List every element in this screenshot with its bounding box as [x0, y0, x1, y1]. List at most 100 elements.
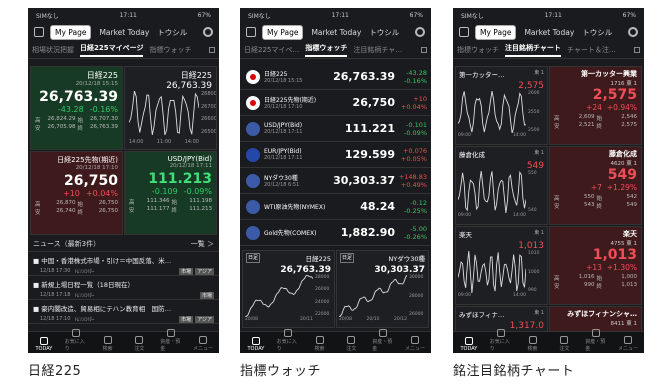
nav-item[interactable]: 検索	[522, 336, 544, 352]
tab-toshiru[interactable]: トウシル	[157, 27, 187, 38]
sub-tab[interactable]: 相場状況把握	[32, 45, 74, 55]
sub-tab[interactable]: 指標ウォッチ	[305, 43, 348, 57]
sub-tab[interactable]: 日経225マイページ	[80, 43, 144, 57]
stock-change: +13	[586, 263, 602, 272]
nav-item[interactable]: お気に入り	[277, 329, 299, 352]
tab-toshiru[interactable]: トウシル	[369, 27, 399, 38]
history-icon[interactable]	[34, 27, 44, 37]
gear-icon[interactable]	[628, 27, 638, 37]
gear-icon[interactable]	[415, 27, 425, 37]
period-selector[interactable]: 日足	[340, 253, 355, 263]
watch-row[interactable]: EUR/JPY(Bid) 20/12/18 17:11 129.599 +0.076 +…	[240, 142, 431, 168]
nikkei225-chart-card[interactable]: 日経225 26,763.39 26800 26700 26600 26500 14:00 1…	[124, 66, 217, 150]
nav-item[interactable]: メニュー	[404, 336, 426, 352]
news-item[interactable]: ■ 豪内閣改造、貿易相にテハン教育相 国防… 12/18 17:10 ﾄﾑｿﾝﾛｲﾀ…	[28, 301, 219, 324]
stock-name: 藤倉化成	[459, 151, 485, 159]
battery: 67%	[409, 11, 423, 19]
sub-tab[interactable]: 注目銘柄チャート	[505, 43, 561, 57]
bottom-nav: TODAY お気に入り 検索 注文 資産・預金 メニュー	[28, 329, 219, 353]
sub-tab[interactable]: 日経225マイペ…	[244, 45, 299, 55]
nav-item[interactable]: 注文	[128, 336, 150, 352]
nav-item[interactable]: TODAY	[458, 337, 480, 352]
watch-date: 20/12/18 6:51	[264, 182, 300, 188]
watch-change-pct: +0.49%	[400, 180, 427, 189]
nav-item[interactable]: 資産・預金	[372, 329, 394, 352]
tab-market-today[interactable]: Market Today	[307, 26, 365, 39]
watch-name: USD/JPY(Bid)	[264, 122, 303, 129]
card-change-pct: -0.09%	[183, 187, 212, 196]
stock-quote-card[interactable]: 藤倉化成 4620 東 1 549 +7 +1.29% 高 550 始 542 安 543 終 549	[549, 146, 642, 225]
history-icon[interactable]	[246, 27, 256, 37]
watch-row[interactable]: Gold先物(COMEX) 1,882.90 -5.00 -0.26%	[240, 220, 431, 246]
ohlc-value: 542	[626, 194, 638, 200]
watch-change: -0.12	[410, 198, 427, 207]
watch-row[interactable]: NYダウ30種 20/12/18 6:51 30,303.37 +148.83 +0.4…	[240, 168, 431, 194]
carrier: SIMなし	[36, 12, 59, 20]
stock-chart-card[interactable]: 藤倉化成 東 1 549 550 540 09:00 14:00	[455, 146, 548, 225]
ohlc-value: 26,707.30	[90, 116, 118, 122]
stock-quote-card[interactable]: 楽天 4755 東 1 1,013 +13 +1.30% 高 1,016 始 1,000 安 990…	[549, 226, 642, 305]
axis-label: 26000	[409, 312, 424, 317]
sub-tab[interactable]: 指標ウォッチ	[149, 45, 191, 55]
period-selector[interactable]: 日足	[246, 253, 261, 263]
index-chart-card[interactable]: 日足 NYダウ30種 30,303.37 30000 28000 26000 20/08 20…	[336, 250, 429, 328]
watch-row[interactable]: 日経225 20/12/18 15:15 26,763.39 -43.28 -0.16%	[240, 64, 431, 90]
axis-label: 24000	[315, 299, 330, 305]
news-date: 12/18 17:18	[40, 292, 71, 298]
ohlc-value: 2,546	[621, 114, 637, 120]
tab-toshiru[interactable]: トウシル	[582, 27, 612, 38]
index-chart-card[interactable]: 日足 日経225 26,763.39 28000 26000 24000 22000 20/0…	[242, 250, 335, 328]
tab-market-today[interactable]: Market Today	[520, 26, 578, 39]
tab-market-today[interactable]: Market Today	[95, 26, 153, 39]
ohlc-value: 26,824.29	[47, 116, 76, 122]
sub-tab[interactable]: 注目銘柄チャ…	[353, 45, 402, 55]
history-icon[interactable]	[459, 27, 469, 37]
tab-my-page[interactable]: My Page	[262, 24, 304, 40]
stock-full-name: 楽天	[623, 230, 637, 238]
nav-item[interactable]: 注文	[340, 336, 362, 352]
nav-label: メニュー	[405, 346, 426, 352]
nav-item[interactable]: お気に入り	[65, 329, 87, 352]
nav-item[interactable]: メニュー	[617, 336, 639, 352]
card-title: 日経225先物(期近)	[57, 156, 118, 164]
person-icon	[379, 329, 388, 337]
watch-row[interactable]: 日経225先物(期近) 20/12/18 17:10 26,750 +10 +0.04%	[240, 90, 431, 116]
watch-row[interactable]: USD/JPY(Bid) 20/12/18 17:11 111.221 -0.101-…	[240, 116, 431, 142]
nav-item[interactable]: 検索	[309, 336, 331, 352]
edit-icon[interactable]	[634, 47, 640, 53]
news-item[interactable]: ■ 中国・香港株式市場・引け＝中国反落、米… 12/18 17:30 ﾄﾑｿﾝﾛｲﾀ…	[28, 253, 219, 276]
menu-icon	[411, 336, 420, 344]
nikkei225-card[interactable]: 日経225 20/12/18 15:15 26,763.39 -43.28 -0.16%…	[30, 66, 123, 150]
nav-item[interactable]: お気に入り	[490, 329, 512, 352]
ohlc-value: 111.177	[146, 206, 170, 212]
nav-item[interactable]: 資産・預金	[160, 329, 182, 352]
stock-chart-card[interactable]: 第一カッター… 東 1 2,575 2600 2550 2500 09:00 14:00	[455, 66, 548, 145]
futures-card[interactable]: 日経225先物(期近) 20/12/18 17:10 26,750 +10 +0.04%…	[30, 151, 123, 235]
sub-tab[interactable]: チャート＆注…	[567, 45, 616, 55]
nav-item[interactable]: 資産・預金	[585, 329, 607, 352]
tab-my-page[interactable]: My Page	[50, 24, 92, 40]
watch-name: 日経225	[264, 71, 288, 78]
stock-quote-card[interactable]: 第一カッター興業 1716 東 1 2,575 +24 +0.94% 高 2,609 始 2,5…	[549, 66, 642, 145]
stock-change-pct: +0.94%	[606, 103, 637, 112]
gear-icon[interactable]	[203, 27, 213, 37]
axis-label: 28000	[315, 275, 330, 280]
nav-item[interactable]: TODAY	[245, 337, 267, 352]
edit-icon[interactable]	[209, 47, 215, 53]
nav-item[interactable]: メニュー	[192, 336, 214, 352]
nav-item[interactable]: 検索	[97, 336, 119, 352]
battery: 67%	[197, 11, 211, 19]
nav-item[interactable]: TODAY	[33, 337, 55, 352]
ohlc-key: 高	[554, 116, 560, 122]
sub-tab[interactable]: 指標ウォッチ	[457, 45, 499, 55]
usdjpy-card[interactable]: USD/JPY(Bid) 20/12/18 17:11 111.213 -0.109-…	[124, 151, 217, 235]
stock-chart-card[interactable]: 楽天 東 1 1,013 1010 1000 990 09:00 14:00	[455, 226, 548, 305]
news-more-link[interactable]: 一覧 ＞	[191, 239, 214, 249]
search-icon	[103, 336, 112, 344]
watch-row[interactable]: WTI原油先物(NYMEX) 48.24 -0.12 -0.25%	[240, 194, 431, 220]
edit-icon[interactable]	[421, 47, 427, 53]
nav-item[interactable]: 注文	[553, 336, 575, 352]
news-item[interactable]: ■ 新規上場日程一覧（18日現在） 12/18 17:18 ﾄﾑｿﾝﾛｲﾀｰ 市場	[28, 277, 219, 300]
tab-my-page[interactable]: My Page	[475, 24, 517, 40]
x-label: 14:00	[513, 133, 526, 138]
